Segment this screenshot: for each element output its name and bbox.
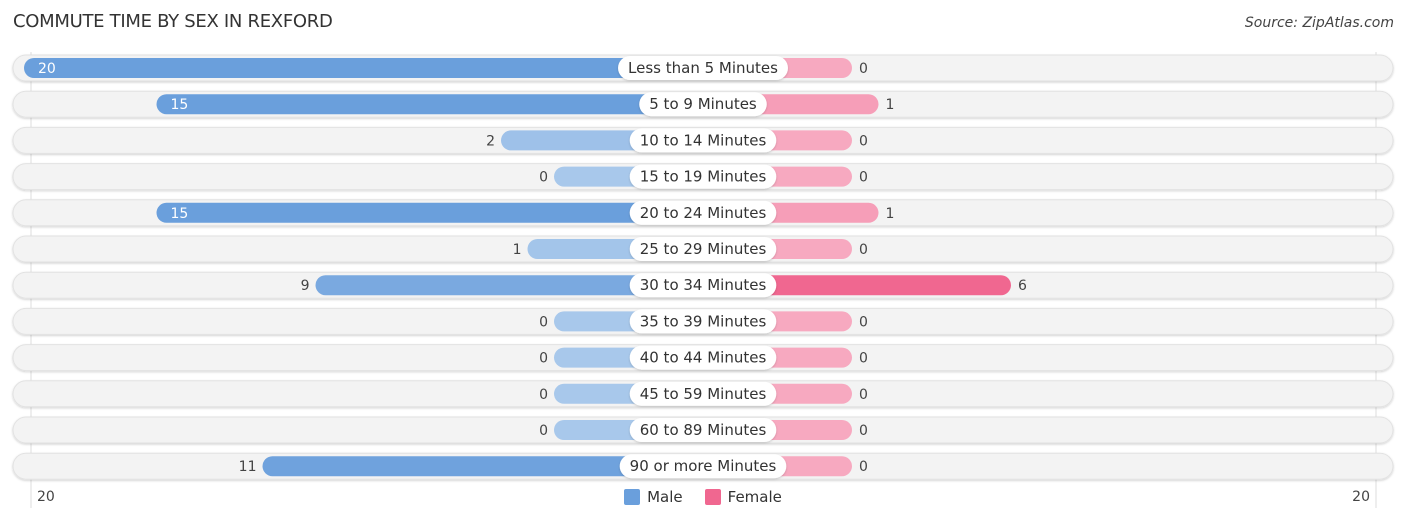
category-label: 45 to 59 Minutes bbox=[640, 385, 767, 403]
category-label: 5 to 9 Minutes bbox=[649, 95, 757, 113]
category-label: 25 to 29 Minutes bbox=[640, 240, 767, 258]
female-value-label: 6 bbox=[1018, 278, 1027, 294]
female-value-label: 0 bbox=[859, 170, 868, 186]
category-label: 20 to 24 Minutes bbox=[640, 204, 767, 222]
female-value-label: 1 bbox=[886, 206, 895, 222]
legend-swatch-male bbox=[624, 489, 641, 505]
male-value-label: 11 bbox=[239, 459, 257, 475]
category-label: 60 to 89 Minutes bbox=[640, 421, 767, 439]
male-bar bbox=[24, 58, 703, 78]
male-value-label: 0 bbox=[539, 423, 548, 439]
male-value-label: 0 bbox=[539, 387, 548, 403]
category-label: Less than 5 Minutes bbox=[628, 59, 778, 77]
female-value-label: 0 bbox=[859, 423, 868, 439]
legend-item-male[interactable]: Male bbox=[624, 488, 683, 506]
female-value-label: 0 bbox=[859, 314, 868, 330]
male-value-label: 9 bbox=[301, 278, 310, 294]
female-value-label: 0 bbox=[859, 459, 868, 475]
female-value-label: 0 bbox=[859, 61, 868, 77]
female-value-label: 0 bbox=[859, 242, 868, 258]
male-value-label: 20 bbox=[38, 61, 56, 77]
female-value-label: 1 bbox=[886, 97, 895, 113]
male-bar bbox=[156, 94, 703, 115]
male-value-label: 15 bbox=[171, 97, 189, 113]
male-value-label: 2 bbox=[486, 133, 495, 149]
male-value-label: 15 bbox=[171, 206, 189, 222]
female-value-label: 0 bbox=[859, 351, 868, 367]
legend-label-male: Male bbox=[647, 488, 683, 506]
chart-area: Less than 5 Minutes20 05 to 9 Minutes15 11… bbox=[12, 52, 1394, 508]
male-value-label: 0 bbox=[539, 314, 548, 330]
category-label: 90 or more Minutes bbox=[630, 457, 777, 475]
male-value-label: 0 bbox=[539, 170, 548, 186]
category-label: 15 to 19 Minutes bbox=[640, 168, 767, 186]
legend-item-female[interactable]: Female bbox=[704, 488, 782, 506]
female-value-label: 0 bbox=[859, 387, 868, 403]
category-label: 40 to 44 Minutes bbox=[640, 349, 767, 367]
legend-swatch-female bbox=[704, 489, 721, 505]
legend-label-female: Female bbox=[727, 488, 782, 506]
male-value-label: 0 bbox=[539, 351, 548, 367]
legend: Male Female bbox=[0, 488, 1406, 506]
male-value-label: 1 bbox=[513, 242, 522, 258]
male-bar bbox=[156, 202, 703, 223]
category-label: 30 to 34 Minutes bbox=[640, 276, 767, 294]
category-label: 10 to 14 Minutes bbox=[640, 131, 767, 149]
female-value-label: 0 bbox=[859, 133, 868, 149]
category-label: 35 to 39 Minutes bbox=[640, 312, 767, 330]
